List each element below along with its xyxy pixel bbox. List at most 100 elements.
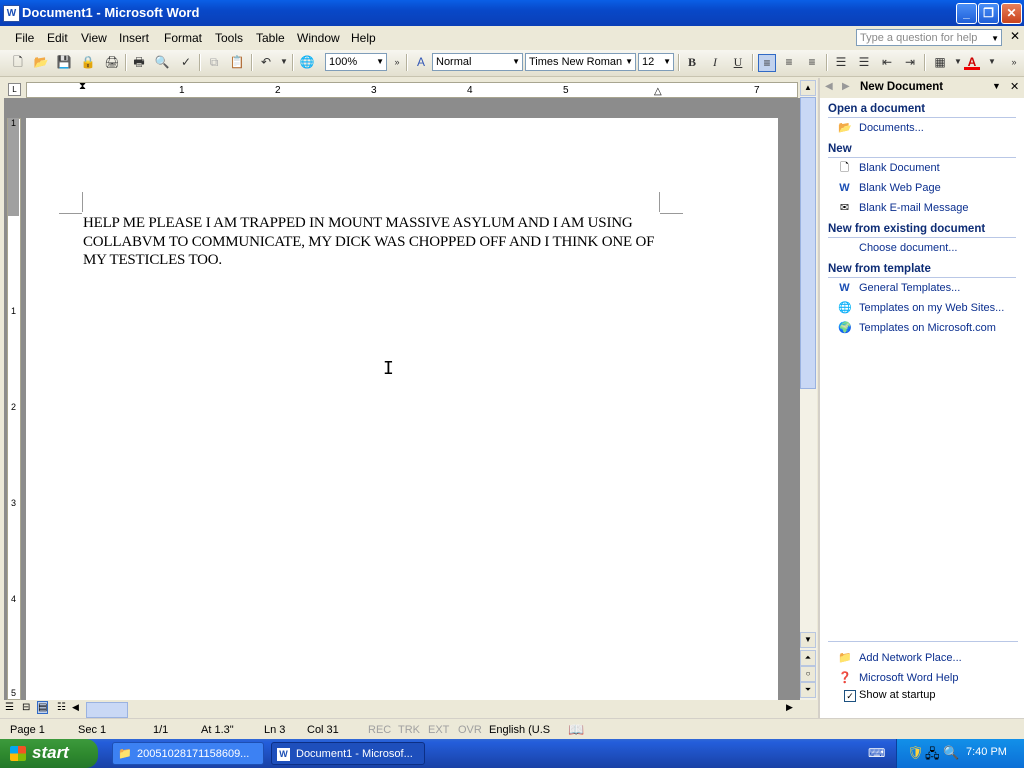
outline-view-icon[interactable]: ☷ xyxy=(57,702,66,713)
decrease-indent-icon[interactable]: ⇤ xyxy=(879,54,895,70)
search-icon[interactable]: 🔍 xyxy=(943,745,959,761)
scroll-right-button[interactable]: ▶ xyxy=(786,702,793,713)
toolbar-options-icon[interactable]: » xyxy=(1006,54,1022,70)
undo-icon[interactable]: ↶ xyxy=(258,54,274,70)
search-icon[interactable]: 🔍 xyxy=(154,54,170,70)
network-icon[interactable]: 🖧 xyxy=(925,745,940,767)
previous-page-button[interactable]: ⏶ xyxy=(800,650,816,666)
status-trk[interactable]: TRK xyxy=(398,724,420,736)
menu-table[interactable]: Table xyxy=(256,31,285,45)
numbering-icon[interactable]: ☰ xyxy=(833,54,849,70)
vertical-scrollbar[interactable]: ▲ ▼ ⏶ ○ ⏷ xyxy=(800,80,817,700)
copy-icon[interactable]: ⧉ xyxy=(206,54,222,70)
horizontal-ruler[interactable]: L 1 2 3 4 5 7 ⧗ △ xyxy=(4,80,816,98)
minimize-button[interactable]: _ xyxy=(956,3,977,24)
horizontal-scrollbar[interactable]: ☰ ⊟ ▤ ☷ ◀ ▶ xyxy=(0,700,800,718)
font-size-select[interactable]: 12 ▼ xyxy=(638,53,674,71)
normal-view-icon[interactable]: ☰ xyxy=(5,702,14,713)
font-select[interactable]: Times New Roman ▼ xyxy=(525,53,636,71)
word-app-icon[interactable]: W xyxy=(3,5,20,22)
chevron-down-icon[interactable]: ▼ xyxy=(992,81,1001,91)
menu-tools[interactable]: Tools xyxy=(215,31,243,45)
title-bar[interactable]: W Document1 - Microsoft Word _ ❐ ✕ xyxy=(0,0,1024,26)
tab-selector-icon[interactable]: L xyxy=(8,83,21,96)
align-left-icon[interactable]: ≡ xyxy=(758,54,776,72)
scroll-up-button[interactable]: ▲ xyxy=(800,80,816,96)
paste-icon[interactable]: 📋 xyxy=(229,54,245,70)
link-word-help[interactable]: Microsoft Word Help xyxy=(859,672,958,684)
hscroll-thumb[interactable] xyxy=(86,702,128,718)
styles-formatting-icon[interactable]: A xyxy=(413,54,429,70)
print-preview-icon[interactable]: 🖨 xyxy=(104,54,120,70)
left-indent-marker-icon[interactable]: ⧗ xyxy=(79,81,86,92)
menu-edit[interactable]: Edit xyxy=(47,31,68,45)
toolbar-options-icon[interactable]: » xyxy=(389,54,405,70)
open-folder-icon[interactable]: 📂 xyxy=(33,54,49,70)
scroll-thumb[interactable] xyxy=(800,97,816,389)
link-blank-document[interactable]: Blank Document xyxy=(859,162,940,174)
borders-icon[interactable]: ▦ xyxy=(932,54,948,70)
document-page[interactable] xyxy=(26,118,778,708)
increase-indent-icon[interactable]: ⇥ xyxy=(902,54,918,70)
vertical-ruler[interactable]: 1 1 2 3 4 5 xyxy=(4,100,22,700)
chevron-down-icon[interactable]: ▼ xyxy=(376,54,384,70)
link-general-templates[interactable]: General Templates... xyxy=(859,282,960,294)
permission-icon[interactable]: 🔒 xyxy=(80,54,96,70)
menu-window[interactable]: Window xyxy=(297,31,340,45)
print-icon[interactable]: 🖶 xyxy=(131,54,147,70)
research-globe-icon[interactable]: 🌐 xyxy=(299,54,315,70)
back-arrow-icon[interactable]: ◀ xyxy=(825,81,833,92)
save-icon[interactable]: 💾 xyxy=(56,54,72,70)
bold-button[interactable]: B xyxy=(684,54,700,70)
taskbar-item-word[interactable]: W Document1 - Microsof... xyxy=(271,742,425,765)
zoom-select[interactable]: 100% ▼ xyxy=(325,53,387,71)
align-right-icon[interactable]: ≡ xyxy=(804,54,820,70)
menu-view[interactable]: View xyxy=(81,31,107,45)
spelling-status-icon[interactable]: 📖 xyxy=(568,722,584,738)
close-document-icon[interactable]: ✕ xyxy=(1010,29,1020,43)
spelling-icon[interactable]: ✓ xyxy=(178,54,194,70)
link-choose-document[interactable]: Choose document... xyxy=(859,242,957,254)
status-rec[interactable]: REC xyxy=(368,724,391,736)
web-layout-view-icon[interactable]: ⊟ xyxy=(22,702,30,713)
help-search-input[interactable]: Type a question for help ▼ xyxy=(856,29,1002,46)
link-blank-web-page[interactable]: Blank Web Page xyxy=(859,182,941,194)
style-select[interactable]: Normal ▼ xyxy=(432,53,523,71)
clock[interactable]: 7:40 PM xyxy=(966,746,1007,758)
security-shield-icon[interactable]: 🛡 xyxy=(907,745,924,761)
menu-format[interactable]: Format xyxy=(164,31,202,45)
new-document-icon[interactable]: 🗋 xyxy=(10,54,26,70)
scroll-left-button[interactable]: ◀ xyxy=(72,702,79,713)
forward-arrow-icon[interactable]: ▶ xyxy=(842,81,850,92)
italic-button[interactable]: I xyxy=(707,54,723,70)
font-color-icon[interactable]: A xyxy=(964,54,980,70)
chevron-down-icon[interactable]: ▼ xyxy=(991,30,999,47)
show-at-startup-checkbox[interactable]: ✓ xyxy=(844,690,856,702)
chevron-down-icon[interactable]: ▼ xyxy=(625,54,633,70)
chevron-down-icon[interactable]: ▼ xyxy=(276,54,292,70)
align-center-icon[interactable]: ≡ xyxy=(781,54,797,70)
print-layout-view-icon[interactable]: ▤ xyxy=(37,701,49,714)
next-page-button[interactable]: ⏷ xyxy=(800,682,816,698)
link-templates-microsoft[interactable]: Templates on Microsoft.com xyxy=(859,322,996,334)
menu-insert[interactable]: Insert xyxy=(119,31,149,45)
maximize-button[interactable]: ❐ xyxy=(978,3,999,24)
status-ext[interactable]: EXT xyxy=(428,724,449,736)
document-body-text[interactable]: HELP ME PLEASE I AM TRAPPED IN MOUNT MAS… xyxy=(83,214,663,270)
status-ovr[interactable]: OVR xyxy=(458,724,482,736)
link-documents[interactable]: Documents... xyxy=(859,122,924,134)
start-button[interactable]: start xyxy=(0,739,98,768)
close-button[interactable]: ✕ xyxy=(1001,3,1022,24)
chevron-down-icon[interactable]: ▼ xyxy=(512,54,520,70)
chevron-down-icon[interactable]: ▼ xyxy=(984,54,1000,70)
keyboard-icon[interactable]: ⌨ xyxy=(868,746,885,760)
link-add-network-place[interactable]: Add Network Place... xyxy=(859,652,962,664)
select-browse-object-button[interactable]: ○ xyxy=(800,666,816,682)
chevron-down-icon[interactable]: ▼ xyxy=(663,54,671,70)
right-indent-marker-icon[interactable]: △ xyxy=(654,86,662,97)
link-blank-email-message[interactable]: Blank E-mail Message xyxy=(859,202,968,214)
close-icon[interactable]: ✕ xyxy=(1010,80,1019,93)
menu-help[interactable]: Help xyxy=(351,31,376,45)
menu-file[interactable]: File xyxy=(15,31,34,45)
underline-button[interactable]: U xyxy=(730,54,746,70)
